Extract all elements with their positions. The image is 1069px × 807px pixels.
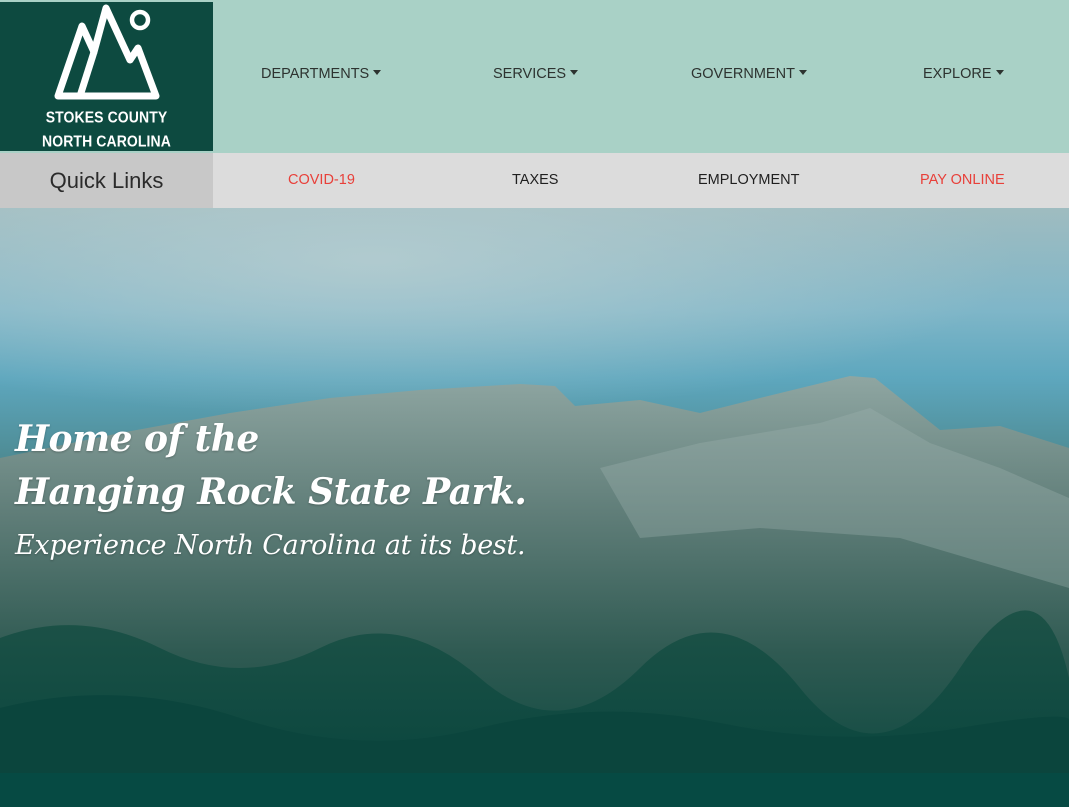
- quick-links-bar: Quick Links COVID-19 TAXES EMPLOYMENT PA…: [0, 153, 1069, 208]
- hero-tagline: Experience North Carolina at its best.: [15, 530, 526, 561]
- nav-departments[interactable]: DEPARTMENTS: [261, 66, 382, 86]
- caret-down-icon: [570, 70, 579, 75]
- nav-explore-label: EXPLORE: [923, 66, 992, 82]
- caret-down-icon: [373, 70, 382, 75]
- hero-heading-line2: Hanging Rock State Park.: [15, 471, 527, 513]
- nav-government-label: GOVERNMENT: [691, 66, 795, 82]
- quick-link-pay-online[interactable]: PAY ONLINE: [920, 172, 1005, 188]
- site-header: STOKES COUNTY NORTH CAROLINA DEPARTMENTS…: [0, 0, 1069, 153]
- county-logo[interactable]: STOKES COUNTY NORTH CAROLINA: [0, 2, 213, 151]
- quick-links-title: Quick Links: [0, 153, 213, 208]
- caret-down-icon: [798, 70, 807, 75]
- nav-explore[interactable]: EXPLORE: [923, 66, 1004, 86]
- quick-link-employment[interactable]: EMPLOYMENT: [698, 172, 800, 188]
- hero-banner: Home of the Hanging Rock State Park. Exp…: [0, 208, 1069, 773]
- logo-text-state: NORTH CAROLINA: [42, 132, 171, 150]
- nav-government[interactable]: GOVERNMENT: [691, 66, 807, 86]
- hero-heading-line1: Home of the: [15, 418, 259, 460]
- nav-services[interactable]: SERVICES: [493, 66, 579, 86]
- quick-link-covid[interactable]: COVID-19: [288, 172, 355, 188]
- nav-services-label: SERVICES: [493, 66, 567, 82]
- quick-link-taxes[interactable]: TAXES: [512, 172, 558, 188]
- logo-text-county: STOKES COUNTY: [45, 108, 168, 126]
- mountain-logo-icon: [54, 4, 160, 100]
- nav-departments-label: DEPARTMENTS: [261, 66, 370, 82]
- footer-strip: [0, 773, 1069, 807]
- caret-down-icon: [995, 70, 1004, 75]
